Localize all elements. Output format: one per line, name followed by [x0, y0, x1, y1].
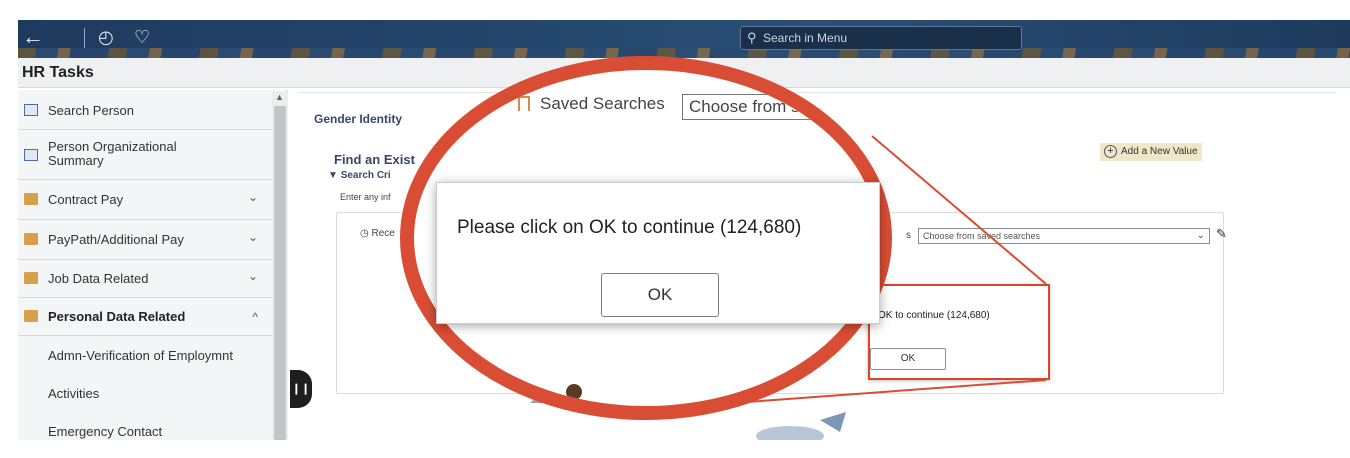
sidebar-item-job-data-related[interactable]: Job Data Related ⌄ — [18, 260, 272, 298]
sidebar-item-search-person[interactable]: Search Person — [18, 90, 272, 130]
sidebar-item-label: Contract Pay — [48, 192, 124, 207]
sidebar: Search Person Person Organizational Summ… — [18, 90, 288, 440]
chevron-down-icon: ⌄ — [247, 190, 258, 204]
add-new-value-link[interactable]: + Add a New Value — [1100, 143, 1202, 161]
confirm-dialog-zoomed: Please click on OK to continue (124,680)… — [436, 182, 880, 324]
plus-circle-icon: + — [1104, 145, 1117, 158]
search-criteria-toggle[interactable]: ▼ Search Cri — [328, 170, 391, 181]
menu-search-placeholder: Search in Menu — [763, 31, 848, 45]
saved-searches-select[interactable]: Choose from saved searches ⌄ — [918, 228, 1210, 244]
recent-label: Rece — [371, 228, 395, 239]
clock-icon[interactable]: ◴ — [98, 25, 114, 49]
decorative-illustration — [541, 384, 582, 406]
add-new-value-label: Add a New Value — [1121, 146, 1198, 157]
sidebar-item-contract-pay[interactable]: Contract Pay ⌄ — [18, 180, 272, 220]
banner-decoration — [18, 48, 1350, 58]
menu-search-input[interactable]: ⚲ Search in Menu — [740, 26, 1022, 50]
ok-button[interactable]: OK — [870, 348, 946, 370]
dialog-message: OK to continue (124,680) — [878, 310, 990, 321]
sidebar-scrollbar[interactable]: ▲ — [272, 92, 288, 440]
pencil-icon[interactable]: ✎ — [1216, 226, 1227, 242]
sidebar-subitem-emergency-contact[interactable]: Emergency Contact — [48, 424, 162, 439]
sidebar-item-label: PayPath/Additional Pay — [48, 232, 184, 247]
saved-searches-select-zoomed[interactable]: Choose from sav — [682, 94, 878, 120]
page-title: HR Tasks — [22, 64, 94, 81]
decorative-illustration — [756, 412, 846, 440]
ok-button-zoomed[interactable]: OK — [601, 273, 719, 317]
sidebar-item-personal-data-related[interactable]: Personal Data Related ^ — [18, 298, 272, 336]
sidebar-item-label: Personal Data Related — [48, 309, 186, 324]
sidebar-subitem-activities[interactable]: Activities — [48, 386, 99, 401]
find-existing-heading: Find an Exist — [334, 152, 415, 167]
saved-searches-value: Choose from saved searches — [923, 231, 1041, 241]
folder-icon — [24, 193, 38, 205]
sidebar-subitem-admn-verification[interactable]: Admn-Verification of Employmnt — [48, 348, 233, 363]
nav-divider — [84, 28, 85, 48]
scrollbar-thumb[interactable] — [274, 106, 286, 440]
bookmark-icon — [518, 96, 530, 111]
confirm-dialog: OK to continue (124,680) OK — [868, 284, 1050, 380]
chevron-down-icon: ⌄ — [1196, 230, 1205, 241]
document-icon — [24, 149, 38, 161]
sidebar-item-person-organizational-summary[interactable]: Person Organizational Summary — [18, 130, 272, 180]
sidebar-item-paypath-additional-pay[interactable]: PayPath/Additional Pay ⌄ — [18, 220, 272, 260]
back-arrow-icon[interactable]: ← — [22, 25, 44, 49]
instructions-text: Enter any inf — [340, 192, 391, 202]
heart-icon[interactable]: ♡ — [134, 25, 150, 49]
sidebar-item-label: Person Organizational Summary — [48, 139, 177, 168]
sidebar-item-label: Job Data Related — [48, 271, 149, 286]
search-criteria-label: Search Cri — [340, 170, 391, 181]
document-icon — [24, 104, 38, 116]
recent-searches-link[interactable]: ◷ Rece — [360, 228, 395, 239]
dialog-message-zoomed: Please click on OK to continue (124,680) — [457, 217, 802, 238]
top-banner: ← ◴ ♡ ⚲ Search in Menu — [18, 20, 1350, 58]
folder-icon — [24, 233, 38, 245]
chevron-down-icon: ⌄ — [247, 230, 258, 244]
scroll-up-icon[interactable]: ▲ — [275, 92, 284, 102]
saved-searches-label: s — [906, 230, 911, 241]
sidebar-item-label: Search Person — [48, 103, 134, 118]
chevron-up-icon: ^ — [252, 310, 258, 324]
search-icon: ⚲ — [747, 30, 757, 45]
folder-icon — [24, 310, 38, 322]
saved-searches-label-zoomed: Saved Searches — [540, 94, 665, 113]
chevron-down-icon: ⌄ — [247, 269, 258, 283]
folder-icon — [24, 272, 38, 284]
section-title: Gender Identity — [314, 112, 403, 126]
